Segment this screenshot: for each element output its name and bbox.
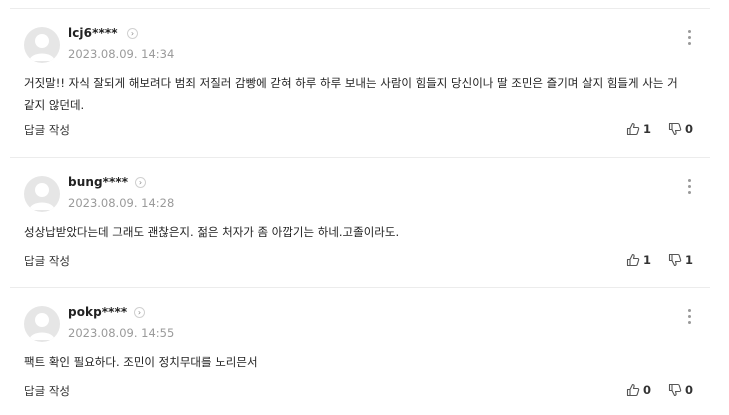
thumbs-up-icon <box>626 122 640 136</box>
default-avatar-icon <box>29 313 55 340</box>
reply-button[interactable]: 답글 작성 <box>24 122 70 138</box>
reply-button[interactable]: 답글 작성 <box>24 383 70 399</box>
dislike-count: 0 <box>685 383 694 397</box>
dislike-count: 1 <box>685 253 694 267</box>
thumbs-up-icon <box>626 253 640 267</box>
more-vertical-icon <box>687 179 691 182</box>
comment-body: 팩트 확인 필요하다. 조민이 정치무대를 노리믄서 <box>24 355 258 369</box>
avatar[interactable] <box>24 27 60 63</box>
dislike-button[interactable]: 0 <box>668 383 693 397</box>
comment-list: lcj6**** › 2023.08.09. 14:34 거짓말!! 자식 잘되… <box>0 0 729 415</box>
dislike-button[interactable]: 0 <box>668 122 693 136</box>
thumbs-up-icon <box>626 383 640 397</box>
comment-body: 성상납받았다는데 그래도 괜찮은지. 젊은 처자가 좀 아깝기는 하네.고졸이라… <box>24 225 400 239</box>
more-options-button[interactable] <box>686 309 692 327</box>
like-count: 1 <box>643 122 652 136</box>
more-vertical-icon <box>687 309 691 312</box>
default-avatar-icon <box>29 34 55 61</box>
avatar[interactable] <box>24 176 60 212</box>
comment-username[interactable]: pokp**** <box>68 305 127 319</box>
dislike-button[interactable]: 1 <box>668 253 693 267</box>
like-button[interactable]: 1 <box>626 122 651 136</box>
like-button[interactable]: 0 <box>626 383 651 397</box>
like-count: 0 <box>643 383 652 397</box>
comment-timestamp: 2023.08.09. 14:55 <box>68 326 175 340</box>
comment-item: bung**** › 2023.08.09. 14:28 성상납받았다는데 그래… <box>10 158 710 288</box>
like-count: 1 <box>643 253 652 267</box>
more-vertical-icon <box>687 30 691 33</box>
comment-item: lcj6**** › 2023.08.09. 14:34 거짓말!! 자식 잘되… <box>10 9 710 158</box>
dislike-count: 0 <box>685 122 694 136</box>
reply-button[interactable]: 답글 작성 <box>24 253 70 269</box>
more-options-button[interactable] <box>686 30 692 48</box>
default-avatar-icon <box>29 183 55 210</box>
comment-username[interactable]: bung**** <box>68 175 128 189</box>
thumbs-down-icon <box>668 253 682 267</box>
comment-body: 거짓말!! 자식 잘되게 해보려다 범죄 저질러 감빵에 갇혀 하루 하루 보내… <box>24 76 678 112</box>
chevron-right-icon[interactable]: › <box>135 177 146 188</box>
chevron-right-icon[interactable]: › <box>127 28 138 39</box>
comment-timestamp: 2023.08.09. 14:28 <box>68 196 175 210</box>
avatar[interactable] <box>24 306 60 342</box>
like-button[interactable]: 1 <box>626 253 651 267</box>
chevron-right-icon[interactable]: › <box>134 307 145 318</box>
comment-item: pokp**** › 2023.08.09. 14:55 팩트 확인 필요하다.… <box>10 288 710 415</box>
thumbs-down-icon <box>668 122 682 136</box>
comment-timestamp: 2023.08.09. 14:34 <box>68 47 175 61</box>
thumbs-down-icon <box>668 383 682 397</box>
comment-username[interactable]: lcj6**** <box>68 26 118 40</box>
more-options-button[interactable] <box>686 179 692 197</box>
